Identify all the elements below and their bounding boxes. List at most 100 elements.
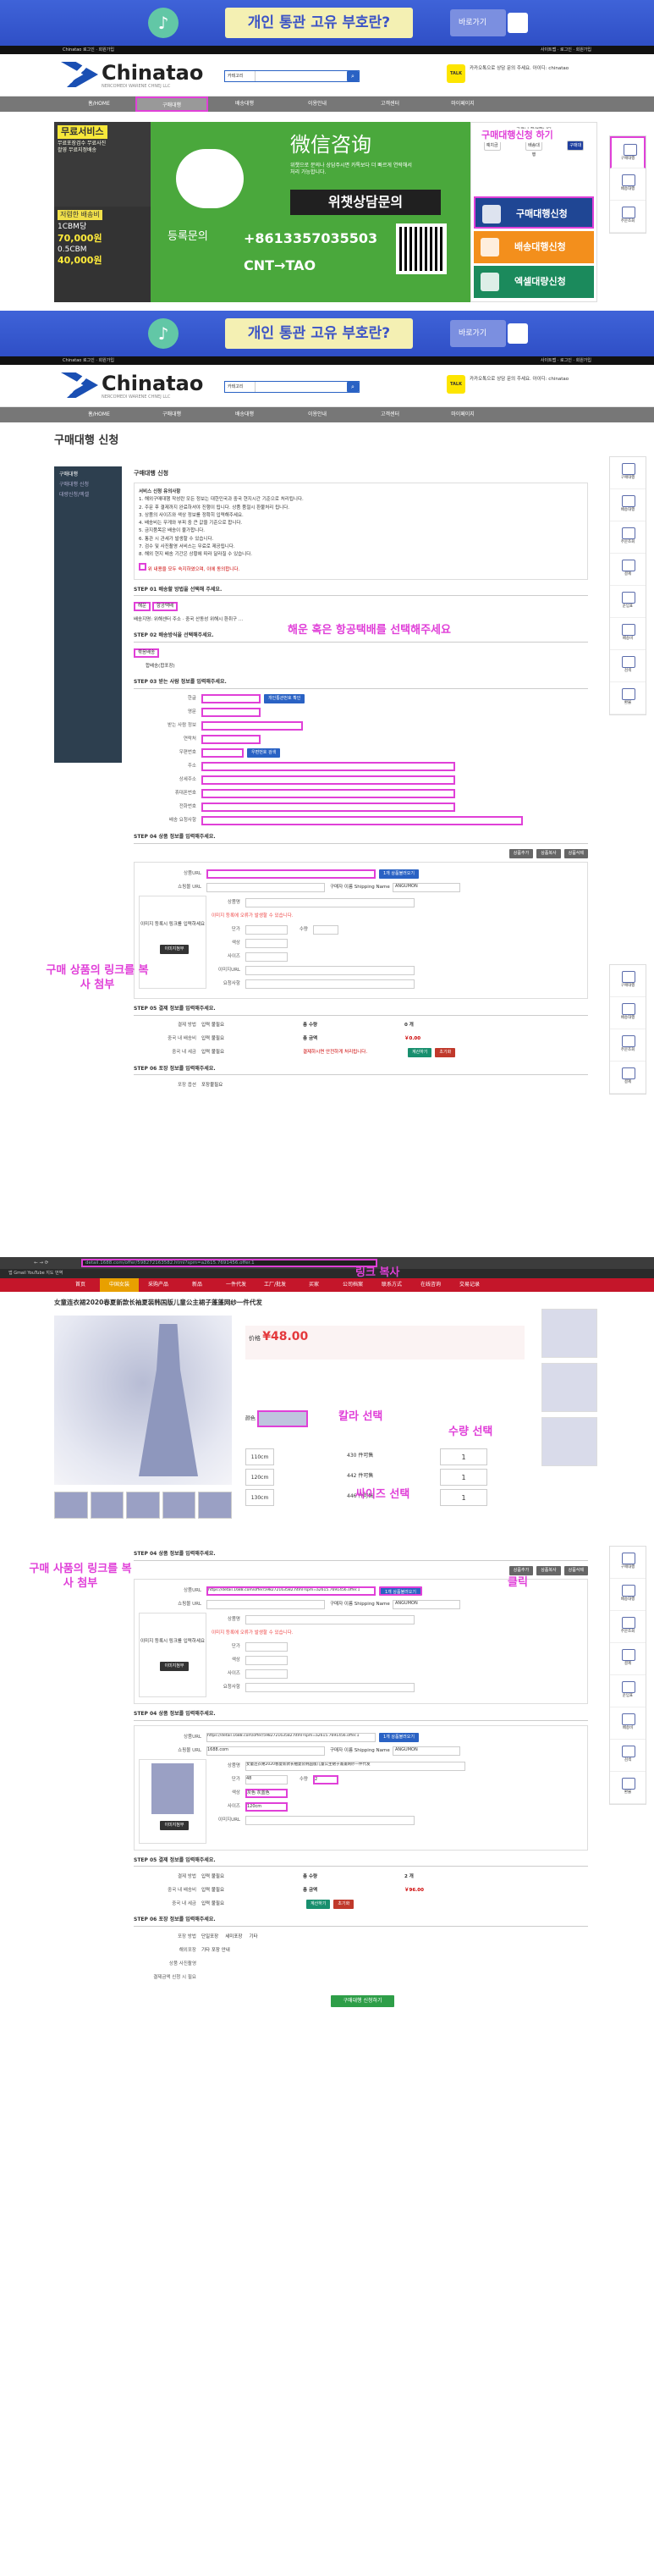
side-ship[interactable]: 배송대행 [610, 168, 646, 201]
qty-stepper[interactable]: 1 [440, 1448, 487, 1465]
side-ship[interactable]: 배송대행 [610, 1579, 646, 1611]
size-option[interactable]: 130cm [245, 1489, 274, 1506]
copy-product-button[interactable]: 상품복사 [536, 849, 561, 859]
merge-radio-label[interactable]: 합배송(합포장) [134, 660, 588, 672]
shop-nav-item[interactable]: 在线咨询 [411, 1278, 450, 1292]
address-input[interactable] [201, 762, 455, 772]
excel-apply-button[interactable]: 엑셀대량신청 [474, 266, 594, 298]
thumb[interactable] [90, 1492, 124, 1519]
color-swatches[interactable] [256, 1410, 308, 1427]
banner-go-button[interactable]: 바로가기 [450, 9, 528, 36]
qty-stepper[interactable]: 1 [440, 1489, 487, 1506]
product-name-input[interactable] [245, 1615, 415, 1625]
product-photo[interactable] [54, 1316, 232, 1485]
address-bar[interactable]: detail.1688.com/offer/598272163582.html?… [81, 1259, 377, 1267]
shipping-name-input[interactable]: ANGUMON [393, 1600, 460, 1610]
shop-nav-item[interactable]: 交易记录 [450, 1278, 489, 1292]
zip-input[interactable] [201, 748, 244, 758]
side-buy[interactable]: 구매대행 [610, 1547, 646, 1579]
add-product-button[interactable]: 상품추가 [508, 849, 534, 859]
side-search[interactable]: 검색 [610, 650, 646, 682]
promo-banner[interactable]: ♪ 개인 통관 고유 부호란? 바로가기 [0, 0, 654, 46]
product-name-input[interactable] [245, 898, 415, 908]
search-box[interactable]: 카테고리 ⌕ [224, 381, 360, 393]
bundle-radio[interactable]: 묶음배송 [134, 648, 160, 658]
shop-nav-item[interactable]: 一件代发 [217, 1278, 256, 1292]
nav-home[interactable]: 홈/HOME [63, 97, 135, 112]
delete-product-button[interactable]: 상품삭제 [563, 849, 588, 859]
topbar-right[interactable]: 사이트맵 · 로그인 · 회원가입 [541, 46, 591, 54]
customs-id-button[interactable]: 개인통관번호 확인 [264, 694, 305, 704]
topbar-right[interactable]: 사이트맵 · 로그인 · 회원가입 [541, 356, 591, 365]
wechat-consult-button[interactable]: 위챗상담문의 [290, 190, 441, 215]
memo-input[interactable] [245, 979, 415, 990]
product-url-input[interactable]: https://detail.1688.com/offer/5982721635… [206, 1733, 376, 1743]
nav-buy[interactable]: 구매대행 [135, 97, 208, 112]
size-input[interactable] [245, 952, 288, 963]
copy-product-button[interactable]: 상품복사 [536, 1566, 561, 1576]
side-fee[interactable]: 배송비 [610, 618, 646, 650]
size-option[interactable]: 110cm [245, 1448, 274, 1465]
color-input[interactable] [245, 939, 288, 949]
qty-stepper[interactable]: 1 [440, 1469, 487, 1486]
shop-nav-item[interactable]: 采购产品 [139, 1278, 178, 1292]
side-refund[interactable]: 환불 [610, 682, 646, 714]
search-icon[interactable]: ⌕ [347, 382, 359, 392]
load-product-button[interactable]: 1개 상품불러오기 [379, 869, 419, 880]
thumb[interactable] [198, 1492, 232, 1519]
bookmarks-bar[interactable]: 앱 Gmail YouTube 지도 번역 [0, 1269, 654, 1278]
phone-input[interactable] [201, 735, 261, 745]
load-product-button[interactable]: 1개 상품불러오기 [379, 1586, 422, 1597]
shop-nav-item[interactable]: 买家 [294, 1278, 333, 1292]
lnb-excel[interactable]: 대량신청/엑셀 [59, 492, 117, 499]
wechat-banner[interactable]: 微信咨询 위챗으로 문의나 상담주시면 카톡보다 더 빠르게 연락해서 처리 가… [151, 122, 470, 302]
product-url-input[interactable] [206, 869, 376, 880]
banner-go-button[interactable]: 바로가기 [450, 320, 528, 347]
pack-option[interactable]: 단일포장 [201, 1934, 225, 1940]
upload-image-button[interactable]: 이미지첨부 [160, 944, 189, 954]
nav-ship[interactable]: 배송대행 [208, 407, 281, 422]
nav-mypage[interactable]: 마이페이지 [426, 97, 499, 112]
submit-application-button[interactable]: 구매대행 신청하기 [331, 1995, 394, 2008]
calculate-button[interactable]: 계산하기 [306, 1899, 331, 1909]
qty-input[interactable] [313, 925, 338, 935]
product-thumbnails[interactable] [54, 1492, 232, 1519]
side-buy[interactable]: 구매대행 [610, 965, 646, 997]
shop-nav-item[interactable]: 新品 [178, 1278, 217, 1292]
side-buy[interactable]: 구매대행 [610, 457, 646, 489]
color-input[interactable]: 灰色 灰蓝色 [245, 1789, 288, 1799]
product-name-input[interactable]: 女童连衣裙2020春夏新款长袖夏装韩国版儿童公主裙子蓬蓬网纱一件代发 [245, 1762, 465, 1772]
kakao-talk-icon[interactable]: TALK [447, 64, 465, 83]
search-icon[interactable]: ⌕ [347, 71, 359, 81]
shop-nav-item[interactable]: 首页 [61, 1278, 100, 1292]
add-product-button[interactable]: 상품추가 [508, 1566, 534, 1576]
nav-buy[interactable]: 구매대행 [135, 407, 208, 422]
lnb-apply[interactable]: 구매대행 신청 [59, 482, 117, 488]
mobile-input[interactable] [201, 789, 455, 799]
side-search[interactable]: 검색 [610, 1740, 646, 1772]
color-input[interactable] [245, 1656, 288, 1666]
nav-support[interactable]: 고객센터 [354, 407, 426, 422]
shop-url-input[interactable]: 1688.com [206, 1746, 325, 1757]
customs-code-input[interactable] [201, 721, 303, 731]
recipient-kr-input[interactable] [201, 694, 261, 704]
thumb[interactable] [54, 1492, 88, 1519]
image-url-input[interactable] [245, 966, 415, 976]
side-pay[interactable]: 결제 [610, 1062, 646, 1094]
thumb[interactable] [126, 1492, 160, 1519]
seg-buy[interactable]: 구매대행 [567, 141, 585, 157]
agree-checkbox[interactable] [139, 563, 146, 571]
recipient-en-input[interactable] [201, 708, 261, 718]
side-order[interactable]: 주문조회 [610, 1611, 646, 1643]
buy-apply-button[interactable]: 구매대행신청 [474, 196, 594, 229]
side-fare[interactable]: 운임표 [610, 586, 646, 618]
reset-button[interactable]: 초기화 [333, 1899, 354, 1909]
logo[interactable]: Chinatao NERCOMEDI WARENE CHNEJ LLC [61, 62, 203, 89]
ship-apply-button[interactable]: 배송대행신청 [474, 231, 594, 263]
upload-image-button[interactable]: 이미지첨부 [160, 1820, 189, 1830]
price-input[interactable] [245, 925, 288, 935]
side-fare[interactable]: 운임표 [610, 1675, 646, 1707]
side-pay[interactable]: 결제 [610, 1643, 646, 1675]
side-order[interactable]: 주문조회 [610, 1029, 646, 1062]
upload-image-button[interactable]: 이미지첨부 [160, 1661, 189, 1671]
